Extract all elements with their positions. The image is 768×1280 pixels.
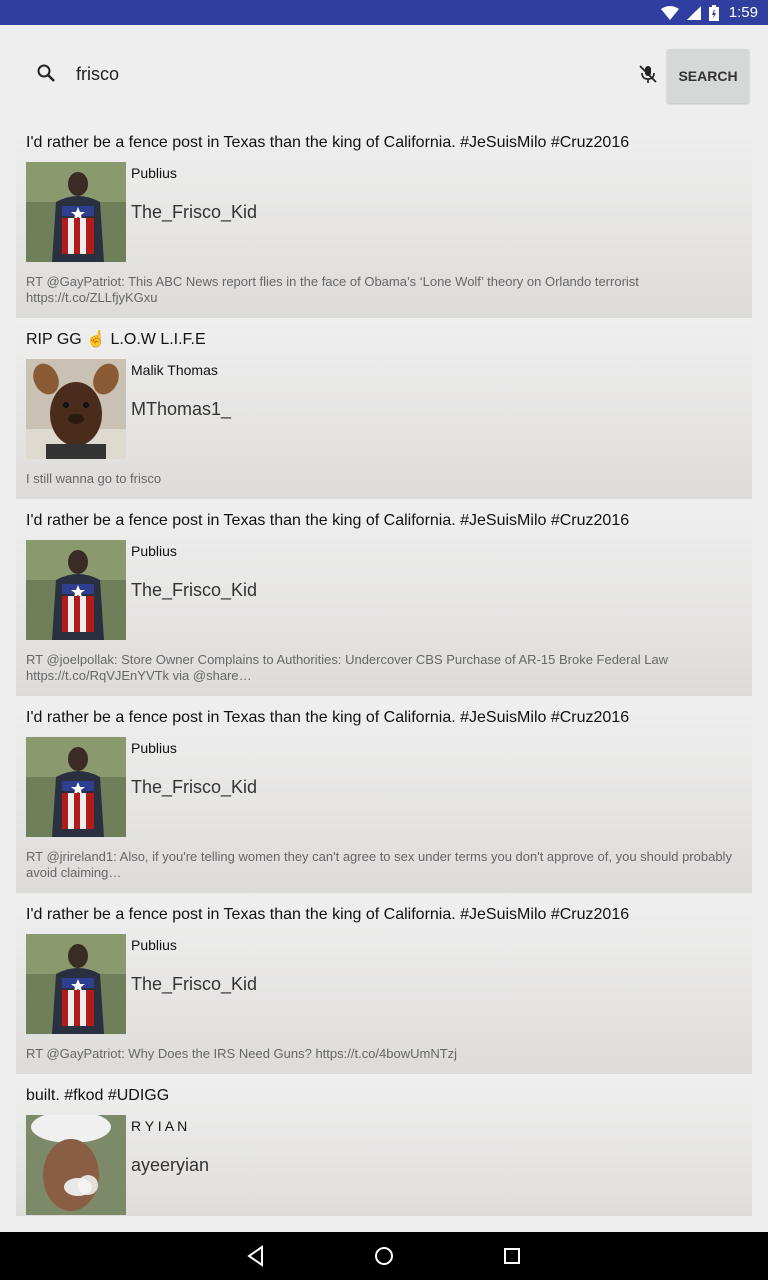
avatar (26, 1115, 126, 1215)
search-button[interactable]: SEARCH (667, 49, 749, 103)
status-bar: 1:59 (0, 0, 768, 25)
result-card[interactable]: I'd rather be a fence post in Texas than… (16, 895, 752, 1074)
user-info: Malik Thomas MThomas1_ (131, 359, 231, 459)
wifi-icon (660, 5, 679, 20)
user-info: Publius The_Frisco_Kid (131, 737, 257, 837)
result-card[interactable]: I'd rather be a fence post in Texas than… (16, 501, 752, 696)
user-name: Malik Thomas (131, 362, 218, 378)
tweet-text: RT @GayPatriot: Why Does the IRS Need Gu… (26, 1046, 458, 1061)
user-info: Publius The_Frisco_Kid (131, 934, 257, 1034)
search-bar: SEARCH (0, 25, 768, 123)
user-name: Publius (131, 937, 177, 953)
battery-icon (708, 4, 719, 21)
user-name: Publius (131, 165, 177, 181)
recents-icon[interactable] (500, 1244, 524, 1268)
avatar (26, 359, 126, 459)
avatar (26, 540, 126, 640)
user-info: R Y I A N ayeeryian (131, 1115, 209, 1215)
tweet-text: RT @joelpollak: Store Owner Complains to… (26, 652, 669, 683)
result-title: I'd rather be a fence post in Texas than… (26, 512, 630, 529)
user-handle: The_Frisco_Kid (131, 974, 258, 994)
mic-off-icon[interactable] (637, 63, 659, 85)
user-name: Publius (131, 740, 177, 756)
tweet-text: RT @jrireland1: Also, if you're telling … (26, 849, 732, 880)
result-title: I'd rather be a fence post in Texas than… (26, 709, 630, 726)
user-name: Publius (131, 543, 177, 559)
result-title: I'd rather be a fence post in Texas than… (26, 906, 630, 923)
result-card[interactable]: I'd rather be a fence post in Texas than… (16, 123, 752, 318)
search-icon (36, 63, 56, 83)
result-user-row: Publius The_Frisco_Kid (26, 737, 742, 837)
result-card[interactable]: I'd rather be a fence post in Texas than… (16, 698, 752, 893)
avatar (26, 934, 126, 1034)
tweet-text: RT @GayPatriot: This ABC News report fli… (26, 274, 639, 305)
result-title: I'd rather be a fence post in Texas than… (26, 134, 630, 151)
user-info: Publius The_Frisco_Kid (131, 540, 257, 640)
result-title: built. #fkod #UDIGG (26, 1087, 170, 1104)
home-icon[interactable] (372, 1244, 396, 1268)
result-user-row: R Y I A N ayeeryian (26, 1115, 742, 1215)
result-user-row: Publius The_Frisco_Kid (26, 934, 742, 1034)
results-list: I'd rather be a fence post in Texas than… (16, 123, 752, 1216)
user-handle: The_Frisco_Kid (131, 777, 258, 797)
user-handle: ayeeryian (131, 1155, 210, 1175)
result-card[interactable]: RIP GG ☝️ L.O.W L.I.F.E Malik Thomas MThom… (16, 320, 752, 499)
search-input[interactable] (76, 61, 596, 87)
tweet-text: I still wanna go to frisco (26, 471, 162, 486)
result-user-row: Publius The_Frisco_Kid (26, 162, 742, 262)
result-title: RIP GG ☝️ L.O.W L.I.F.E (26, 331, 206, 348)
cell-signal-icon (686, 5, 701, 20)
user-handle: The_Frisco_Kid (131, 202, 258, 222)
result-user-row: Publius The_Frisco_Kid (26, 540, 742, 640)
avatar (26, 162, 126, 262)
avatar (26, 737, 126, 837)
navigation-bar (0, 1232, 768, 1280)
clock: 1:59 (728, 4, 758, 21)
back-icon[interactable] (244, 1244, 268, 1268)
user-handle: The_Frisco_Kid (131, 580, 258, 600)
user-name: R Y I A N (131, 1118, 188, 1134)
result-user-row: Malik Thomas MThomas1_ (26, 359, 742, 459)
user-info: Publius The_Frisco_Kid (131, 162, 257, 262)
user-handle: MThomas1_ (131, 399, 232, 419)
result-card[interactable]: built. #fkod #UDIGG R Y I A N ayeeryian (16, 1076, 752, 1216)
